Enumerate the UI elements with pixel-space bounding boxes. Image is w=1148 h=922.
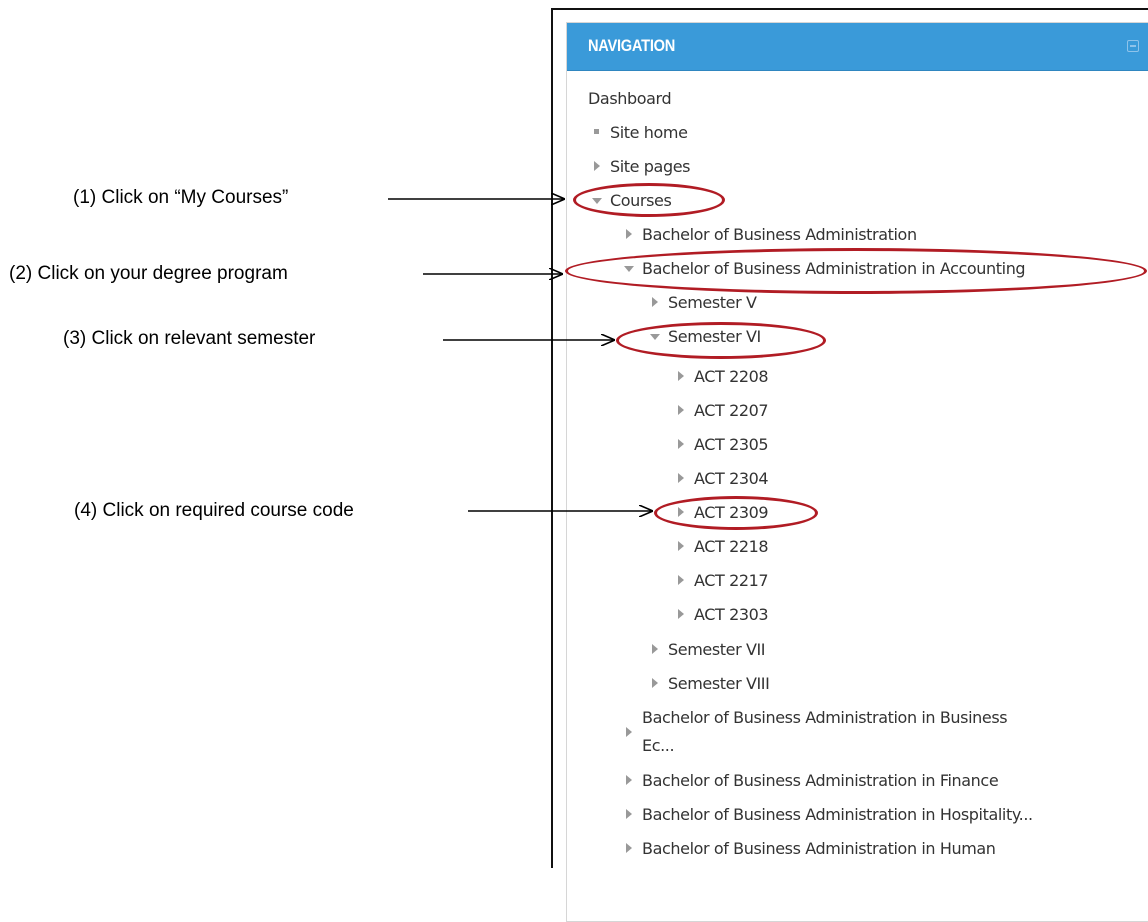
annotation-arrows xyxy=(388,0,1148,848)
